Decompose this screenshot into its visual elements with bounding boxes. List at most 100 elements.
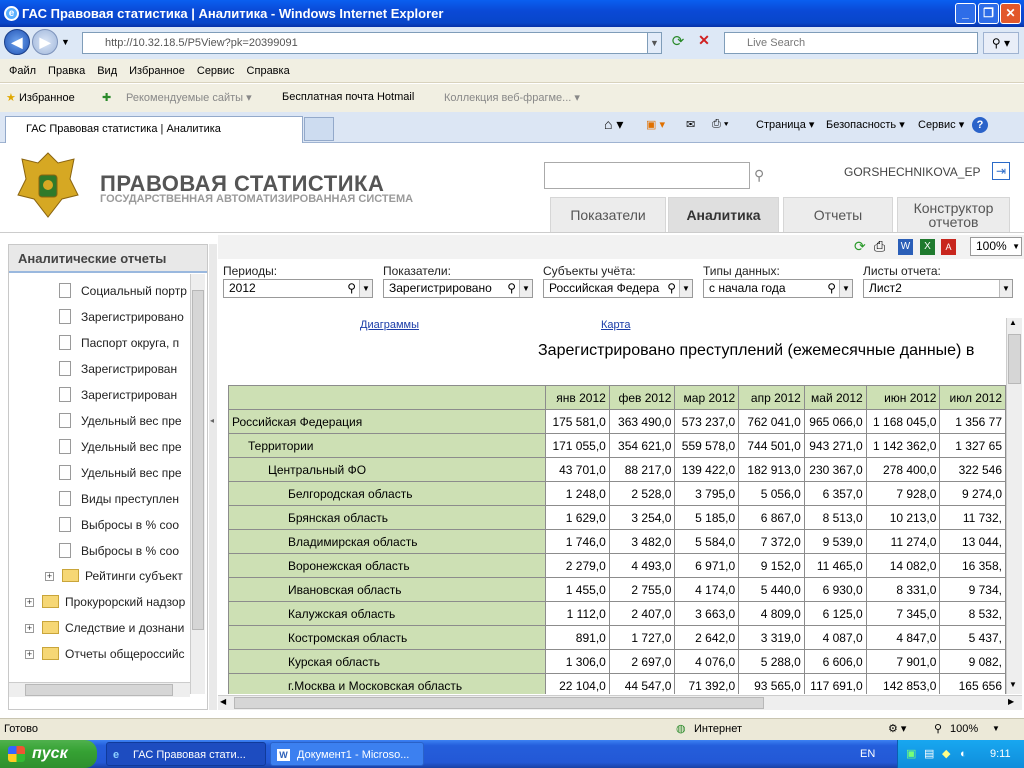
maximize-button[interactable]: ❐: [978, 3, 999, 24]
tray-security-icon[interactable]: ◆: [942, 740, 950, 768]
search-icon[interactable]: ⚲: [347, 280, 356, 297]
data-cell[interactable]: 11 465,0: [803, 553, 867, 578]
data-cell[interactable]: 9 539,0: [803, 529, 867, 554]
data-types-select[interactable]: с начала года ⚲ ▼: [703, 279, 853, 298]
export-excel-icon[interactable]: X: [920, 239, 935, 255]
data-cell[interactable]: 5 185,0: [674, 505, 740, 530]
search-icon[interactable]: ⚲: [827, 280, 836, 297]
data-cell[interactable]: 1 327 65: [939, 433, 1006, 458]
data-cell[interactable]: 3 482,0: [608, 529, 676, 554]
logout-icon[interactable]: ⇥: [992, 162, 1010, 180]
tree-item[interactable]: Зарегистрировано: [59, 309, 189, 324]
indicators-select[interactable]: Зарегистрировано ⚲ ▼: [383, 279, 533, 298]
data-cell[interactable]: 744 501,0: [738, 433, 805, 458]
expand-icon[interactable]: +: [45, 572, 54, 581]
tree-item[interactable]: Социальный портр: [59, 283, 189, 298]
minimize-button[interactable]: _: [955, 3, 976, 24]
tree-folder-ratings[interactable]: + Рейтинги субъект: [45, 569, 189, 583]
report-zoom-select[interactable]: 100% ▼: [970, 237, 1022, 256]
data-cell[interactable]: 6 606,0: [803, 649, 867, 674]
tree-item[interactable]: Удельный вес пре: [59, 439, 189, 454]
page-menu[interactable]: Страница ▾: [756, 118, 814, 131]
data-cell[interactable]: 3 319,0: [738, 625, 805, 650]
scroll-left-arrow-icon[interactable]: ◀: [220, 697, 226, 706]
fav-link-suggested[interactable]: Рекомендуемые сайты ▾: [126, 91, 252, 104]
data-cell[interactable]: 7 928,0: [865, 481, 941, 506]
data-cell[interactable]: 2 755,0: [608, 577, 676, 602]
data-cell[interactable]: 13 044,: [939, 529, 1006, 554]
menu-view[interactable]: Вид: [91, 59, 123, 83]
tree-folder[interactable]: + Отчеты общероссийс: [25, 647, 189, 661]
data-cell[interactable]: 43 701,0: [545, 457, 610, 482]
row-label[interactable]: Белгородская область: [227, 481, 547, 506]
chevron-down-icon[interactable]: ▼: [679, 280, 692, 297]
data-cell[interactable]: 4 174,0: [674, 577, 740, 602]
data-cell[interactable]: 6 930,0: [803, 577, 867, 602]
start-button[interactable]: пуск: [0, 740, 97, 768]
header-search-input[interactable]: [544, 162, 750, 189]
data-cell[interactable]: 71 392,0: [674, 673, 740, 694]
data-cell[interactable]: 165 656: [939, 673, 1006, 694]
data-cell[interactable]: 6 867,0: [738, 505, 805, 530]
data-cell[interactable]: 363 490,0: [608, 409, 676, 434]
data-cell[interactable]: 175 581,0: [545, 409, 610, 434]
tree-item[interactable]: Паспорт округа, п: [59, 335, 189, 350]
data-cell[interactable]: 559 578,0: [674, 433, 740, 458]
data-cell[interactable]: 278 400,0: [865, 457, 941, 482]
row-label[interactable]: Калужская область: [227, 601, 547, 626]
fav-link-webslices[interactable]: Коллекция веб-фрагме... ▾: [444, 91, 580, 104]
periods-select[interactable]: 2012 ⚲ ▼: [223, 279, 373, 298]
taskbar-item-ie[interactable]: e ГАС Правовая стати...: [106, 742, 266, 766]
data-cell[interactable]: 2 697,0: [608, 649, 676, 674]
data-cell[interactable]: 4 847,0: [865, 625, 941, 650]
data-cell[interactable]: 230 367,0: [803, 457, 867, 482]
data-cell[interactable]: 5 288,0: [738, 649, 805, 674]
data-cell[interactable]: 6 971,0: [674, 553, 740, 578]
data-cell[interactable]: 965 066,0: [803, 409, 867, 434]
scroll-right-arrow-icon[interactable]: ▶: [1008, 697, 1014, 706]
data-cell[interactable]: 762 041,0: [738, 409, 805, 434]
data-cell[interactable]: 7 345,0: [865, 601, 941, 626]
panel-splitter[interactable]: ◂: [209, 244, 217, 710]
data-cell[interactable]: 3 254,0: [608, 505, 676, 530]
menu-edit[interactable]: Правка: [42, 59, 91, 83]
fav-link-hotmail[interactable]: Бесплатная почта Hotmail: [282, 91, 414, 103]
data-cell[interactable]: 5 440,0: [738, 577, 805, 602]
print-report-icon[interactable]: ⎙: [874, 238, 885, 255]
row-label[interactable]: Ивановская область: [227, 577, 547, 602]
data-cell[interactable]: 8 331,0: [865, 577, 941, 602]
search-icon[interactable]: ⚲: [507, 280, 516, 297]
row-label[interactable]: Владимирская область: [227, 529, 547, 554]
tree-item[interactable]: Выбросы в % соо: [59, 543, 189, 558]
sidebar-vertical-scrollbar[interactable]: [190, 274, 205, 694]
data-cell[interactable]: 7 372,0: [738, 529, 805, 554]
data-cell[interactable]: 322 546: [939, 457, 1006, 482]
refresh-icon[interactable]: ⟳: [668, 32, 688, 54]
tree-folder[interactable]: + Прокурорский надзор: [25, 595, 189, 609]
tray-display-icon[interactable]: ▤: [924, 740, 934, 768]
row-label[interactable]: Центральный ФО: [227, 457, 547, 482]
expand-icon[interactable]: +: [25, 650, 34, 659]
data-cell[interactable]: 5 584,0: [674, 529, 740, 554]
data-cell[interactable]: 1 168 045,0: [865, 409, 941, 434]
data-cell[interactable]: 16 358,: [939, 553, 1006, 578]
charts-link[interactable]: Диаграммы: [360, 319, 419, 331]
chevron-down-icon[interactable]: ▼: [359, 280, 372, 297]
data-cell[interactable]: 354 621,0: [608, 433, 676, 458]
language-indicator[interactable]: EN: [860, 740, 875, 768]
menu-file[interactable]: Файл: [3, 59, 42, 83]
tree-item[interactable]: Удельный вес пре: [59, 465, 189, 480]
data-cell[interactable]: 943 271,0: [803, 433, 867, 458]
data-cell[interactable]: 11 732,: [939, 505, 1006, 530]
data-cell[interactable]: 1 248,0: [545, 481, 610, 506]
data-cell[interactable]: 1 306,0: [545, 649, 610, 674]
tray-volume-icon[interactable]: ◐: [960, 740, 967, 768]
data-cell[interactable]: 9 082,: [939, 649, 1006, 674]
safety-menu[interactable]: Безопасность ▾: [826, 118, 905, 131]
help-icon[interactable]: ?: [972, 117, 988, 133]
scroll-thumb[interactable]: [234, 697, 764, 709]
zoom-dropdown-icon[interactable]: ▼: [992, 719, 1000, 739]
row-label[interactable]: Воронежская область: [227, 553, 547, 578]
data-cell[interactable]: 4 087,0: [803, 625, 867, 650]
mail-icon[interactable]: ✉: [686, 118, 695, 131]
